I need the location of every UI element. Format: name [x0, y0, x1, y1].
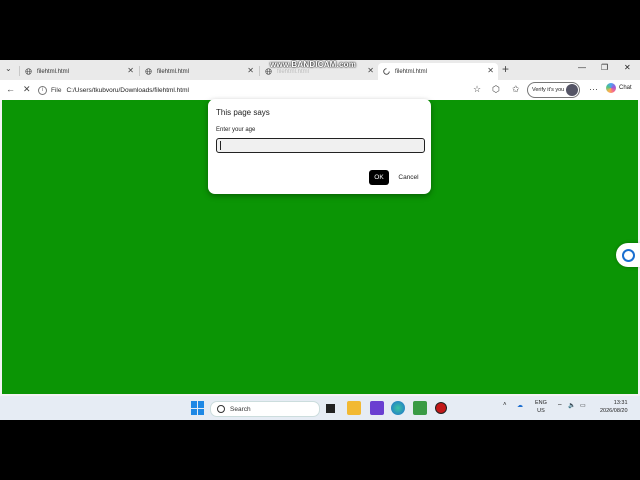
age-input[interactable] [216, 138, 425, 153]
search-icon [217, 405, 225, 413]
tab-strip: www.BANDICAM.com ⌄ filehtml.html ✕ fileh… [0, 60, 640, 80]
favorites-icon[interactable]: ✩ [512, 84, 520, 95]
copilot-chat-button[interactable]: Chat [606, 83, 632, 93]
volume-icon[interactable]: 🔈 [568, 402, 575, 409]
clock[interactable]: 13:31 2026/08/20 [600, 399, 628, 415]
cancel-button[interactable]: Cancel [394, 170, 423, 185]
back-icon[interactable]: ← [6, 84, 15, 94]
file-explorer-icon[interactable] [347, 401, 361, 415]
more-icon[interactable]: ··· [589, 84, 598, 94]
browser-toolbar: ← ✕ i File C:/Users/tkubvoru/Downloads/f… [0, 80, 640, 100]
globe-icon [265, 68, 272, 75]
time-label: 13:31 [613, 400, 628, 406]
minimize-icon[interactable]: — [578, 63, 586, 72]
chevron-up-icon[interactable]: ˄ [503, 402, 507, 408]
prompt-dialog: This page says Enter your age OK Cancel [208, 99, 431, 194]
search-placeholder: Search [230, 405, 251, 413]
restore-icon[interactable]: ❐ [601, 63, 608, 72]
tab-label: filehtml.html [157, 68, 190, 75]
taskbar-search[interactable]: Search [210, 401, 320, 417]
ok-button[interactable]: OK [369, 170, 389, 185]
close-tab-icon[interactable]: ✕ [127, 66, 134, 75]
close-tab-icon[interactable]: ✕ [487, 66, 494, 75]
sidebar-toggle-button[interactable] [616, 243, 640, 267]
globe-icon [25, 68, 32, 75]
sidebar-icon [622, 249, 635, 262]
dialog-message: Enter your age [216, 127, 256, 133]
region-label: US [537, 408, 545, 414]
date-label: 2026/08/20 [600, 408, 628, 414]
windows-start-icon[interactable] [191, 401, 205, 415]
extensions-icon[interactable]: ⬡ [492, 84, 500, 95]
verify-label: Verify it's you [532, 87, 565, 93]
new-tab-button[interactable]: + [502, 62, 509, 76]
text-caret [220, 141, 221, 150]
stop-loading-icon[interactable]: ✕ [23, 84, 31, 95]
tab-label: filehtml.html [395, 68, 428, 75]
tab-2[interactable]: filehtml.html ✕ [140, 63, 258, 80]
app-icon[interactable] [413, 401, 427, 415]
wifi-icon[interactable]: ⌔ [557, 402, 563, 410]
dialog-title: This page says [216, 108, 270, 117]
tab-4-active[interactable]: filehtml.html ✕ [378, 63, 498, 80]
address-bar[interactable]: i File C:/Users/tkubvoru/Downloads/fileh… [38, 83, 488, 97]
edge-icon[interactable] [391, 401, 405, 415]
site-info-icon[interactable]: i [38, 85, 47, 95]
cloud-icon[interactable]: ☁ [517, 402, 523, 409]
taskbar: Search ˄ ☁ ENG US ⌔ 🔈 ▭ 13:31 2026/08/20 [0, 396, 640, 420]
record-icon[interactable] [436, 403, 446, 413]
task-view-icon[interactable] [326, 404, 335, 413]
star-icon[interactable]: ☆ [473, 84, 481, 95]
close-tab-icon[interactable]: ✕ [247, 66, 254, 75]
address-scheme: File [51, 86, 62, 94]
close-tab-icon[interactable]: ✕ [367, 66, 374, 75]
chat-label: Chat [619, 85, 632, 91]
address-url[interactable]: C:/Users/tkubvoru/Downloads/filehtml.htm… [66, 87, 188, 94]
verify-profile-button[interactable]: Verify it's you [527, 82, 581, 98]
tab-label: filehtml.html [37, 68, 70, 75]
globe-icon [145, 68, 152, 75]
avatar [566, 84, 579, 96]
screen: www.BANDICAM.com ⌄ filehtml.html ✕ fileh… [0, 60, 640, 420]
battery-icon[interactable]: ▭ [580, 402, 586, 409]
language-indicator[interactable]: ENG US [535, 399, 547, 415]
tab-actions-chevron-icon[interactable]: ⌄ [5, 64, 12, 73]
store-icon[interactable] [370, 401, 384, 415]
language-label: ENG [535, 400, 547, 406]
tab-3[interactable]: filehtml.html ✕ [260, 63, 378, 80]
tab-1[interactable]: filehtml.html ✕ [20, 63, 138, 80]
loading-icon [383, 68, 390, 75]
tab-label: filehtml.html [277, 68, 310, 75]
copilot-icon [606, 83, 616, 93]
close-window-icon[interactable]: ✕ [624, 63, 631, 72]
